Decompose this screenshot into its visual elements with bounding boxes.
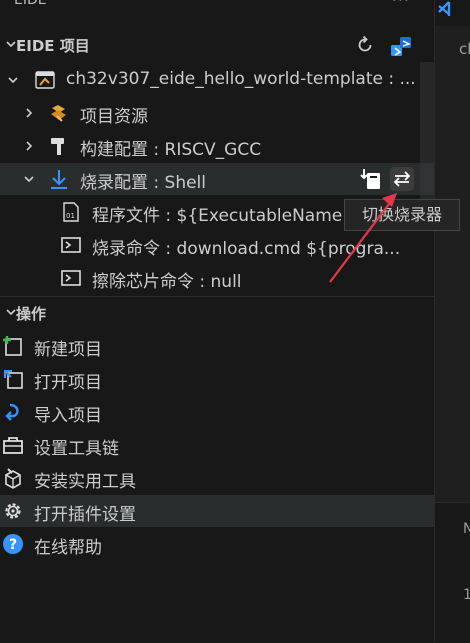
project-root-item[interactable]: ch32v307_eide_hello_world-template : ... xyxy=(0,64,434,96)
operation-online-help[interactable]: ? 在线帮助 xyxy=(0,528,434,560)
help-icon: ? xyxy=(3,534,23,554)
bottom-panel-text: 1 xyxy=(463,587,470,603)
tree-item-build-config[interactable]: 构建配置 : RISCV_GCC xyxy=(0,130,434,162)
terminal-icon xyxy=(61,237,81,253)
operation-label: 设置工具链 xyxy=(34,439,119,459)
operation-setup-toolchain[interactable]: 设置工具链 xyxy=(0,429,434,461)
terminal-icon xyxy=(61,270,81,286)
bottom-panel-text: N xyxy=(463,521,470,537)
eide-side-panel: EIDE ··· EIDE 项目 ch32v307_eide_hello_wor… xyxy=(0,0,434,642)
project-icon xyxy=(35,71,55,89)
view-title-bar: EIDE ··· xyxy=(0,0,434,18)
svg-text:01: 01 xyxy=(66,212,75,220)
operation-label: 安装实用工具 xyxy=(34,472,136,492)
tree-item-label: 项目资源 xyxy=(80,107,148,127)
editor-tab-label[interactable]: ch xyxy=(459,40,470,58)
editor-tab-bar xyxy=(435,0,470,26)
download-icon xyxy=(51,170,67,189)
editor-area-edge: ch N 1 xyxy=(434,0,470,643)
operation-label: 打开插件设置 xyxy=(34,505,136,525)
tree-scrollbar[interactable] xyxy=(420,62,434,222)
tree-item-label: 烧录配置 : Shell xyxy=(80,173,207,193)
refresh-icon[interactable] xyxy=(354,34,376,56)
hammer-icon xyxy=(51,138,64,155)
view-title: EIDE xyxy=(14,0,47,8)
tree-item-flash-config[interactable]: 烧录配置 : Shell xyxy=(0,163,434,195)
switch-flasher-icon[interactable] xyxy=(390,167,414,191)
open-project-icon xyxy=(4,370,23,389)
operation-open-plugin-settings[interactable]: 打开插件设置 xyxy=(0,495,434,527)
operations-section-header[interactable]: 操作 xyxy=(0,302,434,328)
project-resources-icon xyxy=(51,105,66,122)
operation-label: 新建项目 xyxy=(34,340,102,360)
editor-pane: ch xyxy=(435,26,470,502)
bottom-panel: N 1 xyxy=(435,502,470,643)
chevron-right-icon[interactable] xyxy=(22,139,36,153)
gear-icon xyxy=(5,503,21,519)
tree-item-erase-command[interactable]: 擦除芯片命令 : null xyxy=(0,262,434,294)
vscode-workspace-icon[interactable] xyxy=(388,34,414,60)
vscode-logo-icon xyxy=(438,1,451,16)
operation-import-project[interactable]: 导入项目 xyxy=(0,396,434,428)
modify-flash-config-icon[interactable] xyxy=(359,167,383,191)
tree-item-label: 擦除芯片命令 : null xyxy=(92,272,242,292)
chevron-down-icon[interactable] xyxy=(6,73,20,87)
toolbox-icon xyxy=(3,437,23,454)
tree-item-project-resources[interactable]: 项目资源 xyxy=(0,97,434,129)
operation-new-project[interactable]: 新建项目 xyxy=(0,330,434,362)
operation-install-tools[interactable]: 安装实用工具 xyxy=(0,462,434,494)
project-name-label: ch32v307_eide_hello_world-template : ... xyxy=(66,69,416,89)
import-project-icon xyxy=(5,403,19,421)
tree-item-label: 构建配置 : RISCV_GCC xyxy=(80,140,262,160)
operation-label: 导入项目 xyxy=(34,406,102,426)
switch-flasher-tooltip: 切换烧录器 xyxy=(344,199,460,231)
project-section-header[interactable]: EIDE 项目 xyxy=(0,34,434,60)
tree-item-label: 烧录命令 : download.cmd ${progra... xyxy=(92,239,401,259)
more-actions-icon[interactable]: ··· xyxy=(392,0,410,9)
operation-label: 在线帮助 xyxy=(34,538,102,558)
operation-label: 打开项目 xyxy=(34,373,102,393)
chevron-down-icon[interactable] xyxy=(22,172,36,186)
operations-section-title: 操作 xyxy=(16,305,47,323)
tree-item-flash-command[interactable]: 烧录命令 : download.cmd ${progra... xyxy=(0,229,434,261)
new-project-icon xyxy=(3,336,22,356)
binary-file-icon: 01 xyxy=(63,202,79,222)
operation-open-project[interactable]: 打开项目 xyxy=(0,363,434,395)
project-section-title: EIDE 项目 xyxy=(16,37,90,55)
svg-text:?: ? xyxy=(9,537,17,553)
install-tool-icon xyxy=(5,468,21,489)
chevron-right-icon[interactable] xyxy=(22,106,36,120)
section-divider xyxy=(0,296,434,297)
